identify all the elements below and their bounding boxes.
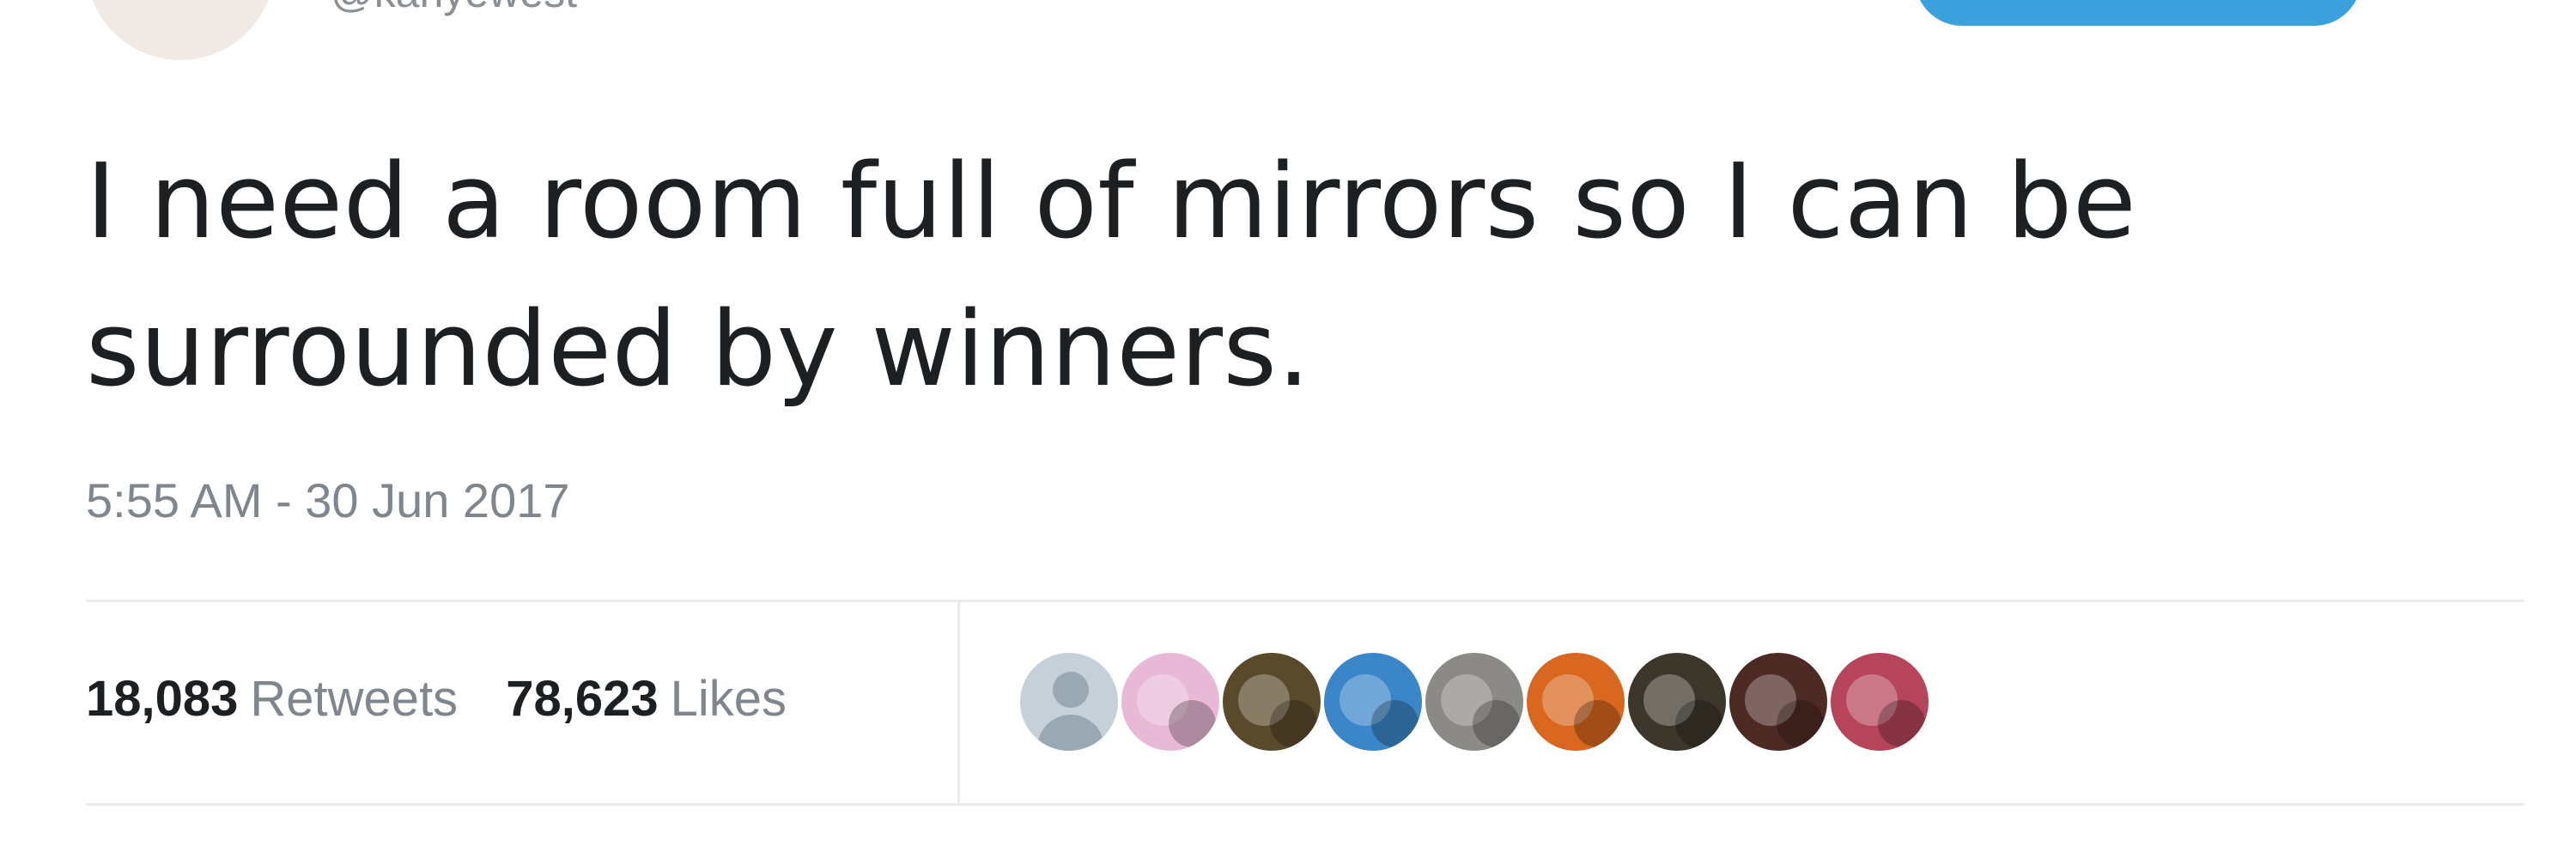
follow-button[interactable]	[1915, 0, 2361, 26]
likes-count: 78,623	[506, 671, 659, 727]
user-avatar-gray[interactable]	[1423, 650, 1526, 753]
tweet-stats: 18,083 Retweets 78,623 Likes	[86, 670, 787, 728]
user-avatar-pink[interactable]	[1119, 650, 1222, 753]
tweet-timestamp[interactable]: 5:55 AM - 30 Jun 2017	[86, 472, 570, 528]
user-avatar-dark[interactable]	[1625, 650, 1728, 753]
retweets-stat[interactable]: 18,083 Retweets	[86, 671, 458, 727]
likes-stat[interactable]: 78,623 Likes	[506, 671, 787, 727]
default-avatar-icon[interactable]	[1018, 650, 1121, 753]
user-avatar-crowd[interactable]	[1220, 650, 1323, 753]
profile-avatar[interactable]	[86, 0, 275, 60]
retweets-label: Retweets	[250, 671, 459, 727]
stats-divider	[957, 601, 960, 804]
divider-bottom	[86, 803, 2524, 806]
user-handle[interactable]: @kanyewest	[331, 0, 577, 17]
user-avatar-blue[interactable]	[1321, 650, 1425, 753]
divider-top	[86, 600, 2524, 602]
likes-label: Likes	[670, 671, 787, 727]
user-avatar-flag-dark[interactable]	[1727, 650, 1830, 753]
tweet-text-line-2: surrounded by winners.	[86, 290, 1311, 410]
retweets-count: 18,083	[86, 671, 239, 727]
user-avatar-flag[interactable]	[1828, 650, 1931, 753]
user-avatar-orange[interactable]	[1524, 650, 1627, 753]
tweet-text-line-1: I need a room full of mirrors so I can b…	[86, 143, 2137, 262]
tweet-text: I need a room full of mirrors so I can b…	[86, 129, 2404, 424]
